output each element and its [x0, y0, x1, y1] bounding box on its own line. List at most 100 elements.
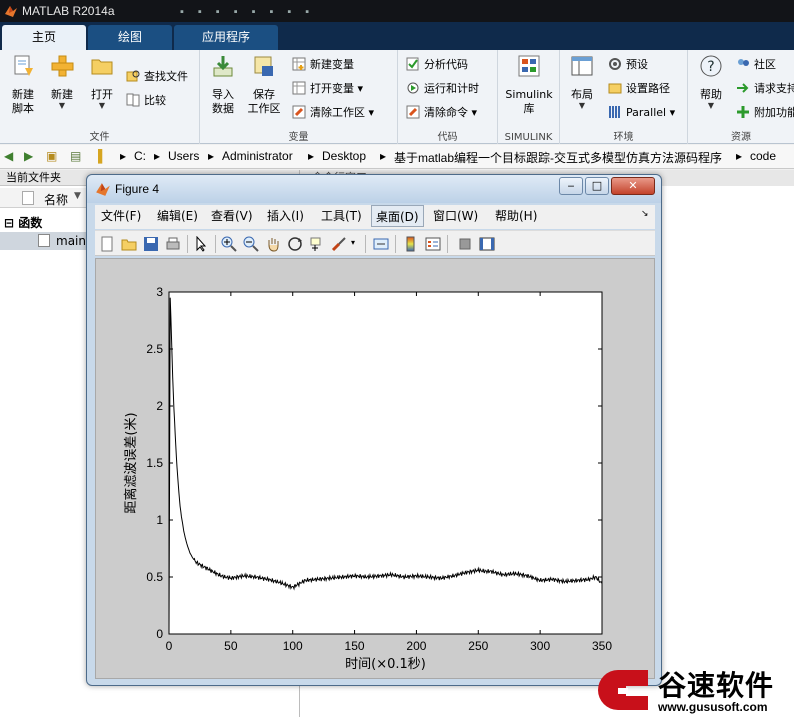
breadcrumb-item[interactable]: Users	[168, 149, 199, 163]
help-button[interactable]: ? 帮助 ▼	[694, 54, 728, 110]
back-arrow-icon[interactable]: ◀	[4, 149, 13, 163]
simulink-library-button[interactable]: Simulink 库	[502, 54, 556, 116]
forward-arrow-icon[interactable]: ▶	[24, 149, 33, 163]
menu-help[interactable]: 帮助(H)	[491, 205, 541, 227]
import-data-button[interactable]: 导入 数据	[206, 54, 240, 116]
colorbar-icon[interactable]	[403, 236, 419, 252]
menu-insert[interactable]: 插入(I)	[263, 205, 308, 227]
close-button[interactable]: ✕	[611, 177, 655, 195]
community-button[interactable]: 社区	[736, 56, 776, 74]
analyze-code-icon	[406, 57, 419, 71]
figure-window[interactable]: Figure 4 ‒ □ ✕ 文件(F) 编辑(E) 查看(V) 插入(I) 工…	[86, 174, 662, 686]
save-workspace-button[interactable]: 保存 工作区	[244, 54, 284, 116]
brush-dropdown-icon[interactable]: ▾	[351, 238, 355, 247]
analyze-code-button[interactable]: 分析代码	[406, 56, 468, 74]
column-name-label: 名称	[44, 193, 69, 207]
request-support-button[interactable]: 请求支持	[736, 80, 794, 98]
find-files-button[interactable]: 查找文件	[126, 68, 188, 86]
ribbon: 新建 脚本 新建 ▼ 打开 ▼ 查找文件 比较 文件 导入 数据 保存 工作区	[0, 50, 794, 144]
up-folder-icon[interactable]: ▣	[46, 149, 57, 163]
new-button[interactable]: 新建 ▼	[44, 54, 80, 110]
compare-button[interactable]: 比较	[126, 92, 166, 110]
figure-canvas[interactable]: 0 50 100 150 200 250 300 350 0 0.5 1 1.5 2 2.5 3 时间(×0.…	[95, 258, 655, 679]
breadcrumb-item[interactable]: Desktop	[322, 149, 366, 163]
menu-window[interactable]: 窗口(W)	[429, 205, 482, 227]
list-item[interactable]: main	[0, 232, 90, 250]
data-cursor-icon[interactable]	[309, 236, 325, 252]
matlab-logo-icon	[5, 6, 17, 17]
pan-hand-icon[interactable]	[265, 236, 281, 252]
dock-arrow-icon[interactable]: ↘	[641, 209, 649, 219]
plus-icon	[51, 55, 74, 77]
menu-tools[interactable]: 工具(T)	[317, 205, 366, 227]
breadcrumb-item[interactable]: Administrator	[222, 149, 293, 163]
zoom-in-icon[interactable]	[221, 236, 237, 252]
clear-workspace-button[interactable]: 清除工作区 ▾	[292, 104, 374, 122]
new-figure-icon[interactable]	[99, 236, 115, 252]
ribbon-group-label: SIMULINK	[504, 132, 553, 143]
request-support-icon	[737, 83, 749, 93]
brush-icon[interactable]	[331, 236, 347, 252]
sort-arrow-icon[interactable]: ▼	[74, 191, 81, 201]
clear-commands-button[interactable]: 清除命令 ▾	[406, 104, 477, 122]
addons-button[interactable]: 附加功能	[736, 104, 794, 122]
zoom-out-icon[interactable]	[243, 236, 259, 252]
ribbon-group-label: 代码	[437, 132, 458, 143]
legend-icon[interactable]	[425, 236, 441, 252]
y-tick-label: 1	[156, 513, 163, 527]
collapse-icon[interactable]: ⊟	[4, 216, 14, 230]
menu-view[interactable]: 查看(V)	[207, 205, 257, 227]
folder-icon	[91, 59, 113, 75]
menu-desktop[interactable]: 桌面(D)	[371, 205, 424, 227]
print-icon[interactable]	[165, 236, 181, 252]
menu-edit[interactable]: 编辑(E)	[153, 205, 202, 227]
x-tick-label: 300	[530, 639, 550, 653]
save-icon[interactable]	[143, 236, 159, 252]
tree-group[interactable]: ⊟ 函数	[4, 214, 42, 231]
set-path-button[interactable]: 设置路径	[608, 80, 670, 98]
m-file-icon	[38, 234, 50, 247]
set-path-icon	[608, 83, 622, 94]
browse-folder-icon[interactable]: ▤	[70, 149, 81, 163]
tab-apps[interactable]: 应用程序	[174, 25, 278, 50]
parallel-button[interactable]: Parallel ▾	[608, 104, 675, 122]
new-script-button[interactable]: 新建 脚本	[6, 54, 40, 116]
x-axis-label: 时间(×0.1秒)	[345, 657, 426, 672]
open-variable-button[interactable]: 打开变量 ▾	[292, 80, 363, 98]
new-variable-icon	[292, 57, 306, 71]
plot-axes-box	[168, 291, 603, 635]
maximize-button[interactable]: □	[585, 177, 609, 195]
breadcrumb-item[interactable]: C:	[134, 149, 146, 163]
show-plot-tools-icon[interactable]	[479, 236, 495, 252]
pointer-icon[interactable]	[193, 236, 209, 252]
gususoft-logo-icon	[598, 670, 648, 710]
hide-plot-tools-icon[interactable]	[457, 236, 473, 252]
breadcrumb-item[interactable]: 基于matlab编程一个目标跟踪-交互式多模型仿真方法源码程序	[394, 149, 722, 166]
new-variable-button[interactable]: 新建变量	[292, 56, 354, 74]
figure-title: Figure 4	[115, 182, 160, 196]
menu-file[interactable]: 文件(F)	[97, 205, 145, 227]
minimize-button[interactable]: ‒	[559, 177, 583, 195]
figure-titlebar[interactable]: Figure 4 ‒ □ ✕	[87, 175, 661, 203]
link-plot-icon[interactable]	[373, 236, 389, 252]
layout-button[interactable]: 布局 ▼	[566, 54, 598, 110]
breadcrumb-separator: ▸	[380, 149, 387, 163]
quick-access-toolbar[interactable]: ▪▪▪▪▪▪▪▪	[180, 6, 323, 18]
address-bar: ◀ ▶ ▣ ▤ ▌ ▸ C: ▸ Users ▸ Administrator ▸…	[0, 145, 794, 169]
open-button[interactable]: 打开 ▼	[84, 54, 120, 110]
x-tick-label: 200	[406, 639, 426, 653]
tab-home[interactable]: 主页	[2, 25, 86, 50]
find-files-icon	[126, 70, 140, 82]
open-file-icon[interactable]	[121, 236, 137, 252]
tab-plots[interactable]: 绘图	[88, 25, 172, 50]
root-folder-icon[interactable]: ▌	[98, 149, 107, 163]
addons-icon	[737, 106, 749, 118]
run-and-time-button[interactable]: 运行和计时	[406, 80, 479, 98]
rotate-3d-icon[interactable]	[287, 236, 303, 252]
line-chart[interactable]: 0 50 100 150 200 250 300 350 0 0.5 1 1.5 2 2.5 3 时间(×0.…	[96, 259, 654, 678]
breadcrumb-item[interactable]: code	[750, 149, 776, 163]
x-tick-label: 250	[468, 639, 488, 653]
community-icon	[738, 59, 749, 66]
preferences-button[interactable]: 预设	[608, 56, 648, 74]
ribbon-group-environment: 布局 ▼ 预设 设置路径 Parallel ▾ 环境	[560, 50, 688, 144]
